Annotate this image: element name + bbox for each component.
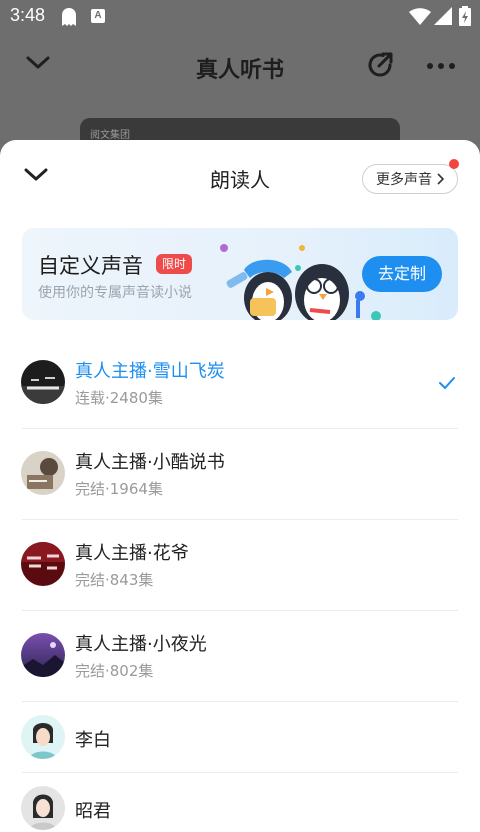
notification-dot (449, 159, 459, 169)
avatar (21, 542, 65, 586)
avatar (21, 715, 65, 759)
custom-voice-banner[interactable]: 自定义声音 限时 使用你的专属声音读小说 去定制 (22, 228, 458, 320)
voice-meta: 完结·1964集 (75, 480, 163, 498)
more-voices-label: 更多声音 (376, 172, 432, 188)
avatar (21, 360, 65, 404)
signal-icon (434, 7, 452, 25)
voice-item-xueshan[interactable]: 真人主播·雪山飞炭 连载·2480集 (0, 338, 480, 429)
voice-item-libai[interactable]: 李白 (0, 702, 480, 773)
sheet-header: 朗读人 更多声音 (0, 140, 480, 216)
avatar (21, 786, 65, 830)
customize-button[interactable]: 去定制 (362, 256, 442, 292)
battery-icon (459, 6, 471, 26)
avatar (21, 451, 65, 495)
check-icon (439, 377, 455, 389)
voice-name: 真人主播·小酷说书 (75, 452, 225, 473)
more-icon[interactable] (426, 62, 456, 70)
top-bar: 真人听书 (0, 34, 480, 104)
more-voices-button[interactable]: 更多声音 (362, 159, 459, 194)
ghost-app-icon (62, 8, 76, 26)
page-title: 真人听书 (195, 58, 284, 83)
chevron-right-icon (437, 173, 444, 185)
voice-item-xiaoyeguang[interactable]: 真人主播·小夜光 完结·802集 (0, 611, 480, 702)
voice-list: 真人主播·雪山飞炭 连载·2480集 真人主播·小酷说书 完结·1964集 真人… (0, 338, 480, 832)
voice-meta: 完结·802集 (75, 662, 154, 680)
limited-badge: 限时 (156, 254, 193, 274)
status-bar: 3:48 A (0, 0, 480, 34)
publisher-label: 阅文集团 (90, 130, 130, 141)
narrator-sheet: 朗读人 更多声音 自定义声音 限时 使用你的专属声音读小说 去定制 真人主播·雪… (0, 140, 480, 832)
avatar (21, 633, 65, 677)
voice-meta: 连载·2480集 (75, 389, 163, 407)
voice-item-huaye[interactable]: 真人主播·花爷 完结·843集 (0, 520, 480, 611)
voice-name: 真人主播·花爷 (75, 543, 189, 564)
banner-title: 自定义声音 (38, 254, 143, 278)
voice-item-zhaojun[interactable]: 昭君 (0, 773, 480, 832)
voice-name: 真人主播·小夜光 (75, 634, 207, 655)
voice-name: 昭君 (75, 801, 111, 822)
share-icon[interactable] (365, 50, 395, 80)
status-time: 3:48 (10, 5, 46, 25)
wifi-icon (409, 8, 431, 25)
voice-name: 真人主播·雪山飞炭 (75, 361, 225, 382)
a-app-icon: A (91, 9, 105, 23)
voice-meta: 完结·843集 (75, 571, 154, 589)
voice-item-xiaoku[interactable]: 真人主播·小酷说书 完结·1964集 (0, 429, 480, 520)
banner-subtitle: 使用你的专属声音读小说 (38, 285, 192, 301)
voice-name: 李白 (75, 730, 111, 751)
